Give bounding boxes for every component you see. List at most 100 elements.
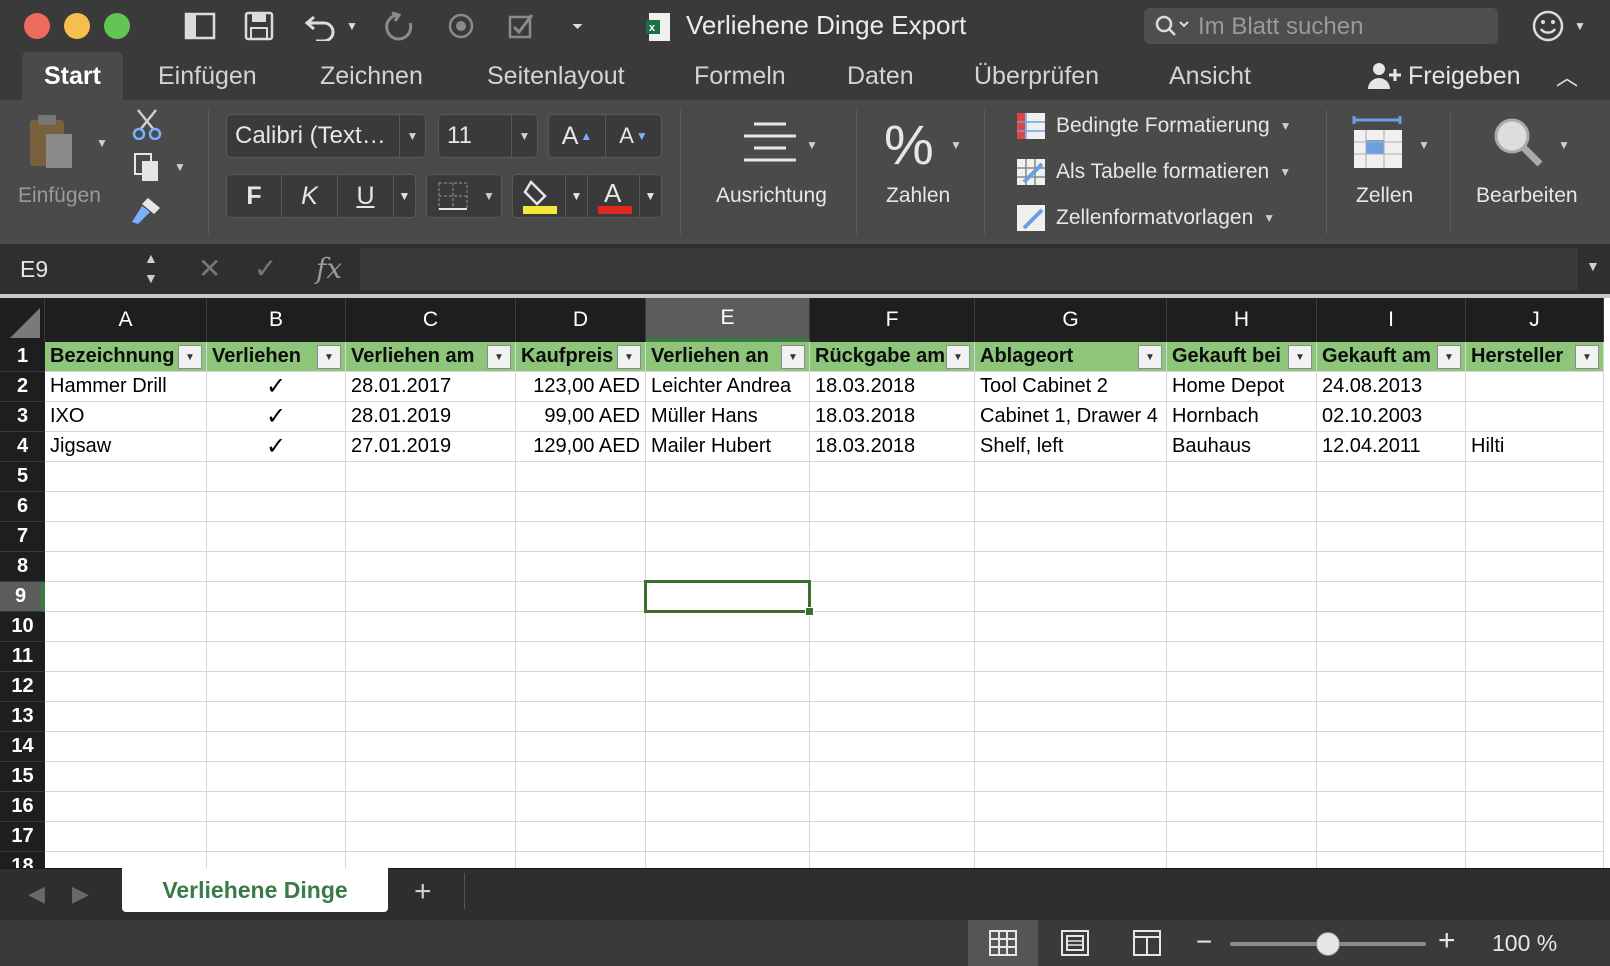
format-as-table-button[interactable]: Als Tabelle formatieren ▼: [1016, 154, 1291, 190]
feedback-smiley-icon[interactable]: [1532, 8, 1568, 44]
table-header-cell[interactable]: Verliehen an ▼: [646, 342, 810, 372]
row-header-16[interactable]: 16: [0, 792, 45, 822]
edit-magnifier-icon[interactable]: [1490, 114, 1546, 170]
zoom-out-button[interactable]: −: [1196, 926, 1212, 958]
feedback-menu-icon[interactable]: ▼: [1574, 10, 1586, 42]
empty-cell[interactable]: [1167, 762, 1317, 792]
empty-cell[interactable]: [646, 732, 810, 762]
empty-cell[interactable]: [1466, 822, 1604, 852]
table-cell[interactable]: Cabinet 1, Drawer 4: [975, 402, 1167, 432]
empty-cell[interactable]: [646, 672, 810, 702]
empty-cell[interactable]: [1317, 672, 1466, 702]
table-cell[interactable]: 18.03.2018: [810, 432, 975, 462]
formula-input[interactable]: [360, 248, 1578, 290]
empty-cell[interactable]: [810, 522, 975, 552]
copy-icon[interactable]: [132, 152, 162, 184]
empty-cell[interactable]: [975, 642, 1167, 672]
table-cell[interactable]: Shelf, left: [975, 432, 1167, 462]
cut-scissors-icon[interactable]: [132, 108, 162, 140]
table-cell[interactable]: Hornbach: [1167, 402, 1317, 432]
table-cell[interactable]: Home Depot: [1167, 372, 1317, 402]
next-sheet-icon[interactable]: ▶: [72, 881, 89, 907]
zoom-in-button[interactable]: +: [1438, 924, 1456, 958]
table-header-cell[interactable]: Verliehen am ▼: [346, 342, 516, 372]
empty-cell[interactable]: [1466, 582, 1604, 612]
empty-cell[interactable]: [346, 612, 516, 642]
empty-cell[interactable]: [1466, 762, 1604, 792]
empty-cell[interactable]: [1466, 552, 1604, 582]
row-header-5[interactable]: 5: [0, 462, 45, 492]
tab-insert[interactable]: Einfügen: [158, 52, 257, 100]
font-color-button[interactable]: A: [587, 175, 639, 217]
empty-cell[interactable]: [1317, 822, 1466, 852]
empty-cell[interactable]: [646, 522, 810, 552]
table-cell[interactable]: Leichter Andrea: [646, 372, 810, 402]
empty-cell[interactable]: [207, 462, 346, 492]
empty-cell[interactable]: [646, 792, 810, 822]
table-cell[interactable]: Hammer Drill: [45, 372, 207, 402]
column-header-d[interactable]: D: [516, 298, 646, 342]
empty-cell[interactable]: [975, 732, 1167, 762]
empty-cell[interactable]: [810, 642, 975, 672]
font-color-options-icon[interactable]: ▼: [639, 175, 661, 217]
empty-cell[interactable]: [346, 462, 516, 492]
row-header-6[interactable]: 6: [0, 492, 45, 522]
empty-cell[interactable]: [975, 552, 1167, 582]
table-header-cell[interactable]: Ablageort ▼: [975, 342, 1167, 372]
checkbox-tool-icon[interactable]: [506, 10, 536, 42]
empty-cell[interactable]: [810, 552, 975, 582]
table-header-cell[interactable]: Verliehen ▼: [207, 342, 346, 372]
tab-draw[interactable]: Zeichnen: [320, 52, 423, 100]
page-layout-view-button[interactable]: [1040, 920, 1110, 966]
insert-function-icon[interactable]: fx: [316, 252, 342, 285]
table-cell[interactable]: Tool Cabinet 2: [975, 372, 1167, 402]
table-header-cell[interactable]: Hersteller ▼: [1466, 342, 1604, 372]
empty-cell[interactable]: [1466, 672, 1604, 702]
empty-cell[interactable]: [516, 462, 646, 492]
table-cell[interactable]: 24.08.2013: [1317, 372, 1466, 402]
empty-cell[interactable]: [1167, 462, 1317, 492]
empty-cell[interactable]: [45, 822, 207, 852]
empty-cell[interactable]: [1466, 852, 1604, 868]
empty-cell[interactable]: [346, 762, 516, 792]
filter-dropdown-icon[interactable]: ▼: [317, 345, 341, 369]
close-window-button[interactable]: [24, 13, 50, 39]
fill-color-options-icon[interactable]: ▼: [565, 175, 587, 217]
table-header-cell[interactable]: Bezeichnung ▼: [45, 342, 207, 372]
empty-cell[interactable]: [1167, 492, 1317, 522]
empty-cell[interactable]: [975, 822, 1167, 852]
table-cell[interactable]: 99,00 AED: [516, 402, 646, 432]
table-cell[interactable]: ✓: [207, 372, 346, 402]
empty-cell[interactable]: [207, 732, 346, 762]
share-button[interactable]: Freigeben: [1366, 52, 1521, 100]
empty-cell[interactable]: [207, 852, 346, 868]
format-painter-icon[interactable]: [128, 196, 164, 226]
row-header-7[interactable]: 7: [0, 522, 45, 552]
empty-cell[interactable]: [516, 702, 646, 732]
empty-cell[interactable]: [516, 522, 646, 552]
empty-cell[interactable]: [346, 852, 516, 868]
empty-cell[interactable]: [1317, 582, 1466, 612]
underline-options-icon[interactable]: ▼: [393, 175, 415, 217]
alignment-chevron-icon[interactable]: ▼: [806, 138, 818, 152]
empty-cell[interactable]: [1167, 522, 1317, 552]
table-cell[interactable]: 12.04.2011: [1317, 432, 1466, 462]
tab-formulas[interactable]: Formeln: [694, 52, 786, 100]
filter-dropdown-icon[interactable]: ▼: [1288, 345, 1312, 369]
empty-cell[interactable]: [346, 732, 516, 762]
table-header-cell[interactable]: Rückgabe am ▼: [810, 342, 975, 372]
expand-formula-bar-icon[interactable]: ▼: [1586, 258, 1600, 274]
empty-cell[interactable]: [45, 702, 207, 732]
empty-cell[interactable]: [1167, 732, 1317, 762]
name-box[interactable]: E9: [0, 248, 168, 292]
tab-page-layout[interactable]: Seitenlayout: [487, 52, 625, 100]
empty-cell[interactable]: [1167, 792, 1317, 822]
filter-dropdown-icon[interactable]: ▼: [946, 345, 970, 369]
column-header-c[interactable]: C: [346, 298, 516, 342]
empty-cell[interactable]: [516, 672, 646, 702]
tab-view[interactable]: Ansicht: [1169, 52, 1251, 100]
customize-toolbar-icon[interactable]: ⏷: [572, 10, 583, 42]
empty-cell[interactable]: [810, 612, 975, 642]
empty-cell[interactable]: [1317, 552, 1466, 582]
row-header-17[interactable]: 17: [0, 822, 45, 852]
